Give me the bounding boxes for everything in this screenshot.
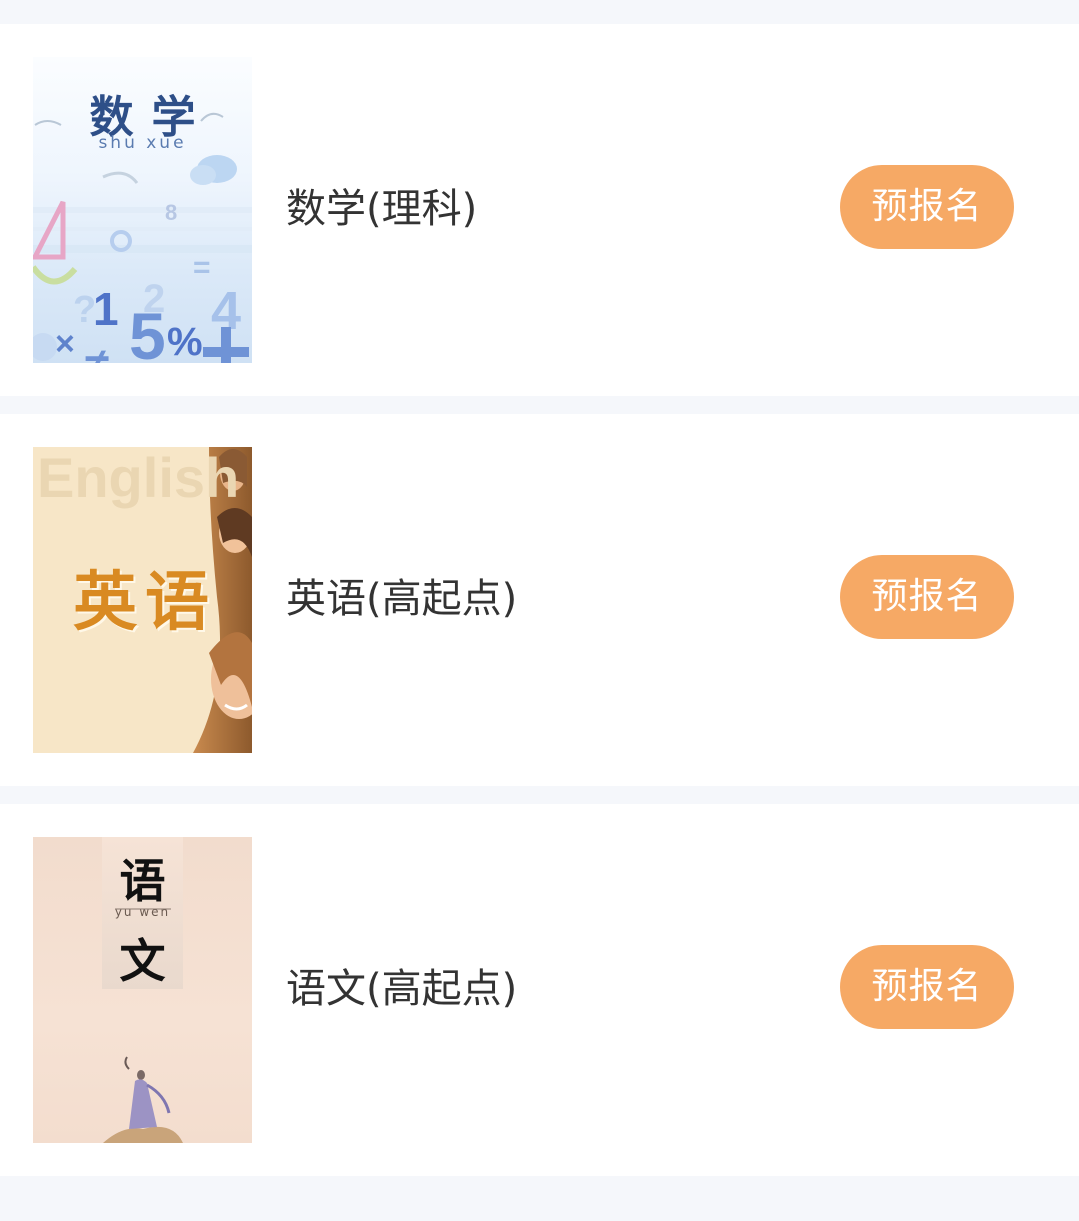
svg-text:1: 1 bbox=[93, 283, 119, 335]
svg-text:8: 8 bbox=[165, 200, 177, 225]
svg-text:×: × bbox=[55, 325, 75, 363]
math-cover-pinyin: shu xue bbox=[98, 133, 187, 153]
course-title: 英语(高起点) bbox=[286, 576, 518, 622]
pre-register-button[interactable]: 预报名 bbox=[840, 945, 1014, 1029]
course-card-chinese[interactable]: 语 yu wen 文 语文(高起点) 预报名 bbox=[0, 804, 1079, 1176]
pre-register-button[interactable]: 预报名 bbox=[840, 165, 1014, 249]
math-textbook-cover-image: 8 = ? 1 2 4 5 % × ≠ 数学 shu xue bbox=[33, 57, 252, 363]
svg-text:5: 5 bbox=[129, 299, 166, 363]
course-card-english[interactable]: English 英语 英语(高起点) 预报名 bbox=[0, 414, 1079, 786]
svg-text:%: % bbox=[167, 320, 203, 363]
course-card-math[interactable]: 8 = ? 1 2 4 5 % × ≠ 数学 shu xue 数学(理科) 预报… bbox=[0, 24, 1079, 396]
course-title: 数学(理科) bbox=[286, 186, 478, 232]
chinese-cover-art bbox=[103, 908, 183, 1143]
course-title: 语文(高起点) bbox=[286, 966, 518, 1012]
chinese-textbook-cover-image: 语 yu wen 文 bbox=[33, 837, 252, 1143]
english-cover-title: 英语 bbox=[73, 565, 217, 640]
course-list: 8 = ? 1 2 4 5 % × ≠ 数学 shu xue 数学(理科) 预报… bbox=[0, 0, 1079, 1221]
svg-text:=: = bbox=[193, 251, 211, 284]
english-cover-word: English bbox=[37, 447, 240, 509]
svg-text:≠: ≠ bbox=[85, 340, 109, 363]
pre-register-button[interactable]: 预报名 bbox=[840, 555, 1014, 639]
english-textbook-cover-image: English 英语 bbox=[33, 447, 252, 753]
